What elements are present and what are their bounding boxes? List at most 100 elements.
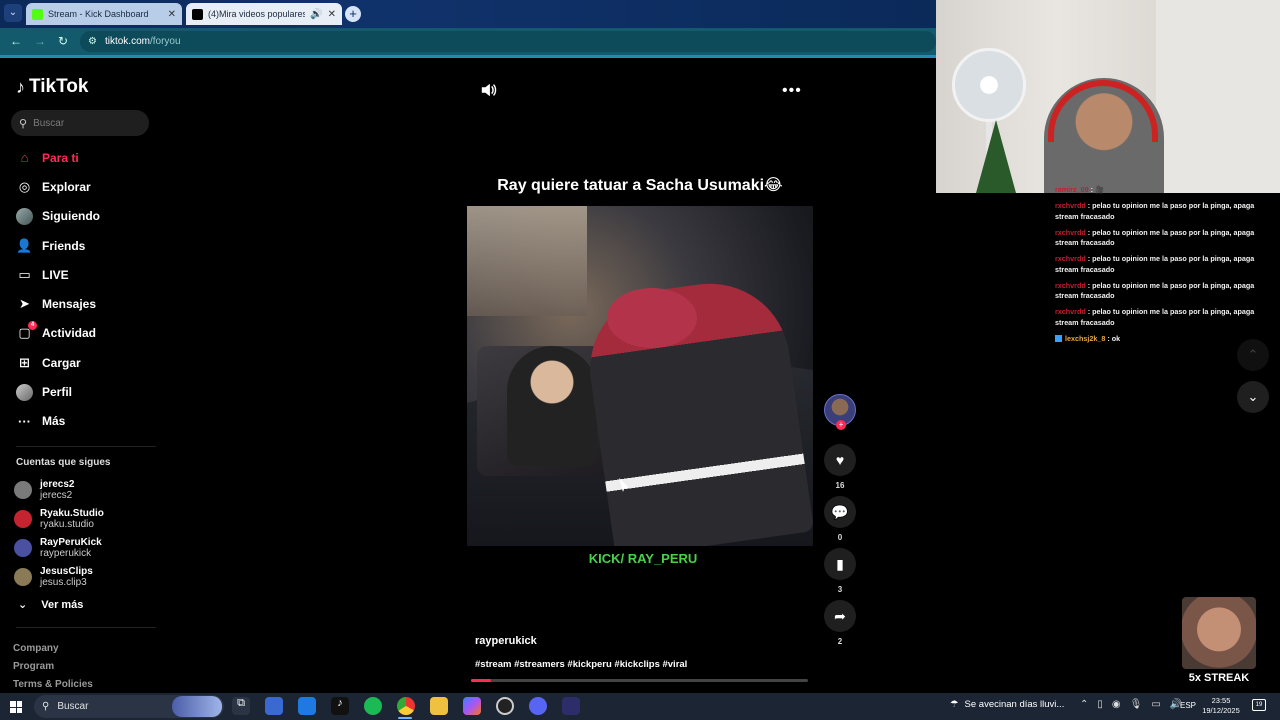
search-icon: ⚲ bbox=[19, 117, 28, 130]
browser-tab-kick[interactable]: Stream - Kick Dashboard ✕ bbox=[26, 3, 182, 25]
file-explorer-icon[interactable] bbox=[430, 697, 448, 715]
network-icon[interactable]: ▭ bbox=[1151, 699, 1160, 710]
microphone-icon[interactable]: 🎙 bbox=[1130, 699, 1143, 710]
language-indicator[interactable]: ESP bbox=[1180, 701, 1196, 710]
tab-title: (4)Mira videos populares s bbox=[208, 9, 306, 19]
sidebar-item-siguiendo[interactable]: Siguiendo bbox=[16, 202, 156, 231]
video-author[interactable]: rayperukick bbox=[475, 635, 537, 647]
task-view-icon[interactable]: ⧉ bbox=[232, 697, 250, 715]
new-tab-button[interactable]: + bbox=[345, 6, 361, 22]
video-player[interactable] bbox=[467, 206, 813, 546]
sidebar-item-para-ti[interactable]: ⌂ Para ti bbox=[16, 143, 156, 172]
discord-icon[interactable] bbox=[529, 697, 547, 715]
search-input[interactable]: ⚲ Buscar bbox=[11, 110, 149, 136]
sidebar-item-live[interactable]: ▭ LIVE bbox=[16, 260, 156, 289]
tray-app-icon[interactable]: ◉ bbox=[1112, 699, 1121, 710]
sidebar-item-label: LIVE bbox=[42, 267, 69, 282]
video-progress-bar[interactable] bbox=[471, 679, 808, 682]
footer-link-program[interactable]: Program bbox=[13, 658, 93, 676]
chrome-icon[interactable] bbox=[397, 697, 415, 715]
save-button[interactable]: ▮ bbox=[824, 548, 856, 580]
see-more-label: Ver más bbox=[41, 598, 84, 611]
creator-avatar[interactable]: + bbox=[824, 394, 856, 430]
sidebar-item-label: Perfil bbox=[42, 385, 73, 400]
video-title: Ray quiere tatuar a Sacha Usumaki😂 bbox=[497, 177, 783, 194]
sidebar-item-perfil[interactable]: Perfil bbox=[16, 377, 156, 406]
following-item-ryaku[interactable]: Ryaku.Studio ryaku.studio bbox=[14, 504, 104, 533]
url-path: /foryou bbox=[149, 36, 181, 47]
close-icon[interactable]: ✕ bbox=[168, 9, 176, 20]
sidebar-item-label: Cargar bbox=[42, 355, 81, 370]
tiktok-app-icon[interactable]: ♪ bbox=[331, 697, 349, 715]
copilot-icon[interactable] bbox=[463, 697, 481, 715]
obs-icon[interactable] bbox=[496, 697, 514, 715]
clock-date: 19/12/2025 bbox=[1202, 706, 1240, 715]
video-scene-person bbox=[507, 346, 597, 466]
chat-message: ramirz_09 : 🎥 bbox=[1055, 185, 1275, 196]
footer-link-terms[interactable]: Terms & Policies bbox=[13, 676, 93, 694]
sidebar-item-actividad[interactable]: ▢ 4 Actividad bbox=[16, 319, 156, 348]
store-icon[interactable] bbox=[265, 697, 283, 715]
tiktok-logo[interactable]: ♪ TikTok bbox=[16, 76, 88, 98]
back-icon[interactable]: ← bbox=[10, 34, 22, 48]
sidebar-item-cargar[interactable]: ⊞ Cargar bbox=[16, 348, 156, 377]
sidebar-item-label: Siguiendo bbox=[42, 209, 100, 224]
clock-time: 23:55 bbox=[1211, 696, 1231, 705]
app-icon[interactable] bbox=[562, 697, 580, 715]
sidebar-item-explorar[interactable]: ◎ Explorar bbox=[16, 172, 156, 201]
url-field[interactable]: ⚙ tiktok.com/foryou bbox=[80, 31, 936, 52]
outlook-icon[interactable] bbox=[298, 697, 316, 715]
following-item-jerecs2[interactable]: jerecs2 jerecs2 bbox=[14, 475, 104, 504]
reload-icon[interactable]: ↻ bbox=[58, 34, 68, 48]
chat-message: rxchvrdd : pelao tu opinion me la paso p… bbox=[1055, 307, 1275, 328]
forward-icon[interactable]: → bbox=[34, 34, 46, 48]
chat-text: ok bbox=[1111, 333, 1121, 343]
account-handle: ryaku.studio bbox=[40, 518, 94, 530]
tab-list-icon[interactable]: ⌄ bbox=[4, 4, 22, 22]
speaker-icon[interactable]: 🔊 bbox=[310, 9, 322, 20]
windows-start-icon[interactable] bbox=[10, 701, 22, 713]
following-list: jerecs2 jerecs2 Ryaku.Studio ryaku.studio … bbox=[14, 475, 104, 591]
browser-tab-tiktok[interactable]: (4)Mira videos populares s 🔊 ✕ bbox=[186, 3, 342, 25]
chat-username: rxchvrdd bbox=[1055, 307, 1086, 316]
next-video-button[interactable]: ⌄ bbox=[1237, 381, 1269, 413]
clock[interactable]: 23:55 19/12/2025 bbox=[1200, 696, 1242, 716]
volume-icon[interactable] bbox=[480, 81, 498, 99]
spotify-icon[interactable] bbox=[364, 697, 382, 715]
chat-username: rxchvrdd bbox=[1055, 201, 1086, 210]
following-item-jesusclips[interactable]: JesusClips jesus.clip3 bbox=[14, 562, 104, 591]
search-highlight-image bbox=[172, 696, 222, 717]
weather-widget[interactable]: ☂ Se avecinan días lluvi... bbox=[950, 699, 1064, 710]
more-options-icon[interactable]: ••• bbox=[782, 82, 802, 100]
sidebar-item-friends[interactable]: 👤 Friends bbox=[16, 231, 156, 260]
notification-center-icon[interactable]: 19 bbox=[1252, 699, 1266, 711]
video-hashtags[interactable]: #stream #streamers #kickperu #kickclips … bbox=[475, 659, 687, 670]
comment-button[interactable]: 💬 bbox=[824, 496, 856, 528]
chevron-up-icon[interactable]: ⌃ bbox=[1080, 699, 1088, 710]
sidebar-item-mensajes[interactable]: ➤ Mensajes bbox=[16, 289, 156, 318]
chat-message: rxchvrdd : pelao tu opinion me la paso p… bbox=[1055, 281, 1275, 302]
previous-video-button[interactable]: ⌃ bbox=[1237, 339, 1269, 371]
browser-tab-bar: ⌄ Stream - Kick Dashboard ✕ (4)Mira vide… bbox=[0, 0, 936, 28]
following-item-rayperukick[interactable]: RayPeruKick rayperukick bbox=[14, 533, 104, 562]
like-button[interactable]: ♥ bbox=[824, 444, 856, 476]
video-progress-fill bbox=[471, 679, 492, 682]
sidebar-item-label: Mensajes bbox=[42, 297, 97, 312]
address-bar: ← → ↻ ⚙ tiktok.com/foryou bbox=[0, 28, 936, 55]
follow-icon[interactable]: + bbox=[836, 420, 846, 430]
active-app-indicator bbox=[398, 717, 412, 719]
tray-app-icon[interactable]: ▯ bbox=[1097, 699, 1103, 710]
chevron-up-icon: ⌃ bbox=[1247, 347, 1259, 362]
taskbar-search[interactable]: ⚲ Buscar bbox=[34, 695, 224, 718]
system-tray: ⌃ ▯ ◉ 🎙 ▭ 🔊 bbox=[1080, 699, 1182, 710]
sidebar-item-label: Friends bbox=[42, 238, 86, 253]
sidebar-item-mas[interactable]: ··· Más bbox=[16, 407, 156, 436]
share-button[interactable]: ➦ bbox=[824, 600, 856, 632]
comment-count: 0 bbox=[837, 533, 843, 542]
footer-link-company[interactable]: Company bbox=[13, 640, 93, 658]
kick-favicon-icon bbox=[32, 8, 43, 20]
account-name: RayPeruKick bbox=[40, 536, 102, 548]
see-more-button[interactable]: ⌄ Ver más bbox=[18, 598, 84, 612]
close-icon[interactable]: ✕ bbox=[328, 9, 336, 20]
site-info-icon[interactable]: ⚙ bbox=[88, 36, 97, 47]
